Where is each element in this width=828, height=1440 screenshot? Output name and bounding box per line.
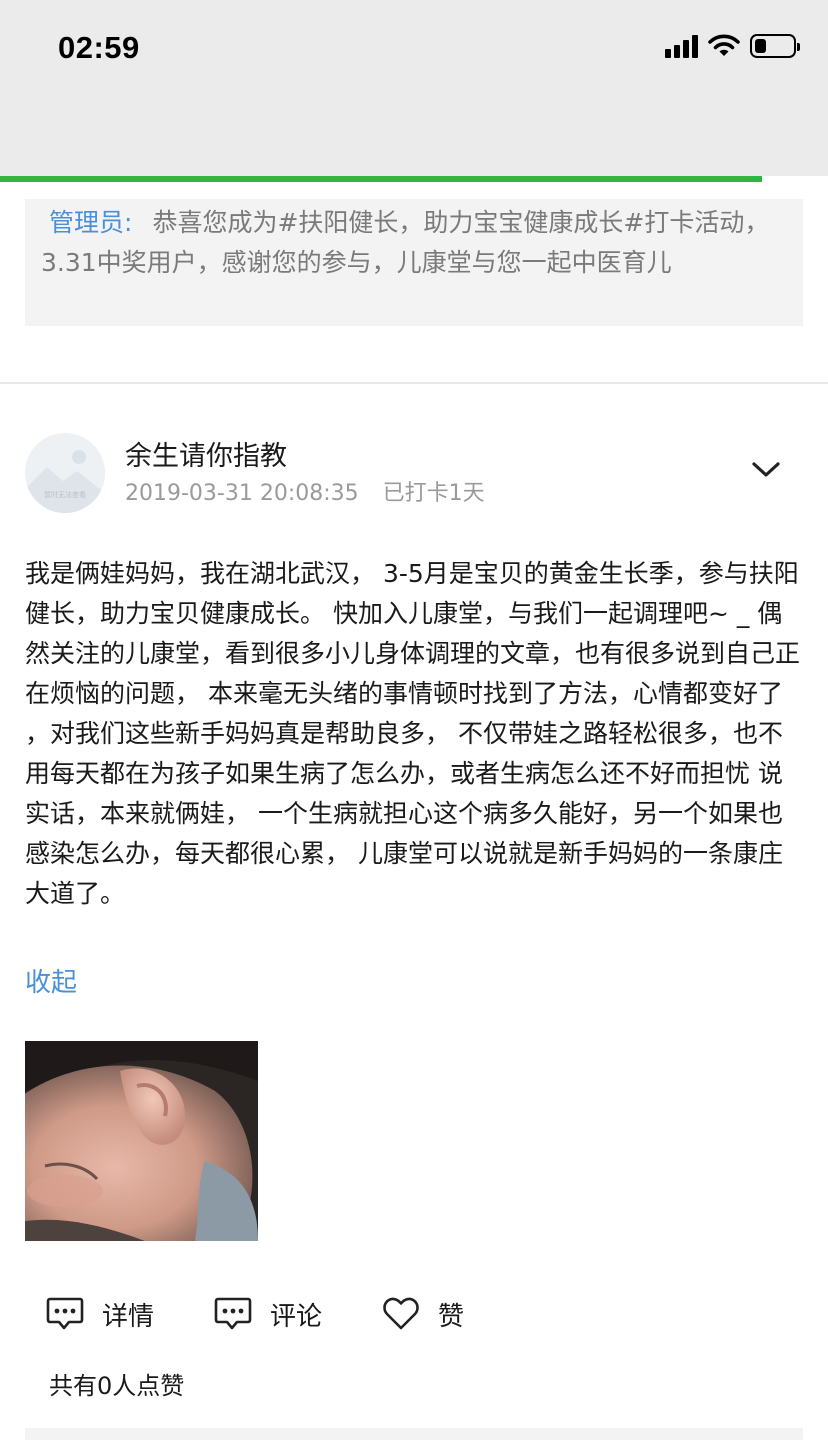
status-icons [665,34,800,58]
signal-icon [665,34,698,58]
chat-bubble-icon [46,1297,84,1330]
avatar[interactable]: 暂时无法查看 [25,433,105,513]
admin-label: 管理员: [49,208,133,237]
admin-notice: 管理员: 恭喜您成为#扶阳健长，助力宝宝健康成长#打卡活动，3.31中奖用户，感谢… [25,199,803,326]
post-actions: 详情 评论 赞 [46,1292,524,1336]
section-divider [0,382,828,384]
admin-notice-text: 恭喜您成为#扶阳健长，助力宝宝健康成长#打卡活动，3.31中奖用户，感谢您的参与… [41,208,770,277]
avatar-caption: 暂时无法查看 [44,490,86,499]
post-photo[interactable] [25,1041,258,1241]
status-time: 02:59 [58,30,140,65]
checkin-status: 已打卡1天 [382,481,485,506]
baby-photo-image [25,1041,258,1241]
wifi-icon [708,34,740,56]
post-meta: 2019-03-31 20:08:35 已打卡1天 [125,475,485,507]
comment-icon [214,1297,252,1330]
top-header: 02:59 [0,0,828,176]
comment-button[interactable]: 评论 [214,1292,322,1336]
chevron-down-icon[interactable] [750,458,782,482]
progress-bar-fill [0,176,762,182]
battery-icon [750,34,800,58]
comment-label: 评论 [270,1301,323,1332]
page-load-progress [0,176,828,182]
likes-summary: 共有0人点赞 [49,1372,185,1400]
details-label: 详情 [102,1301,155,1332]
image-placeholder-icon: 暂时无法查看 [25,433,105,513]
heart-icon [383,1297,419,1330]
details-button[interactable]: 详情 [46,1292,154,1336]
collapse-link[interactable]: 收起 [25,962,77,999]
like-label: 赞 [438,1301,465,1332]
like-button[interactable]: 赞 [382,1292,464,1336]
post-body: 我是俩娃妈妈，我在湖北武汉， 3-5月是宝贝的黄金生长季，参与扶阳健长，助力宝贝… [25,559,801,908]
post-datetime: 2019-03-31 20:08:35 [125,481,359,506]
comment-area[interactable] [25,1428,803,1440]
username[interactable]: 余生请你指教 [125,434,287,473]
